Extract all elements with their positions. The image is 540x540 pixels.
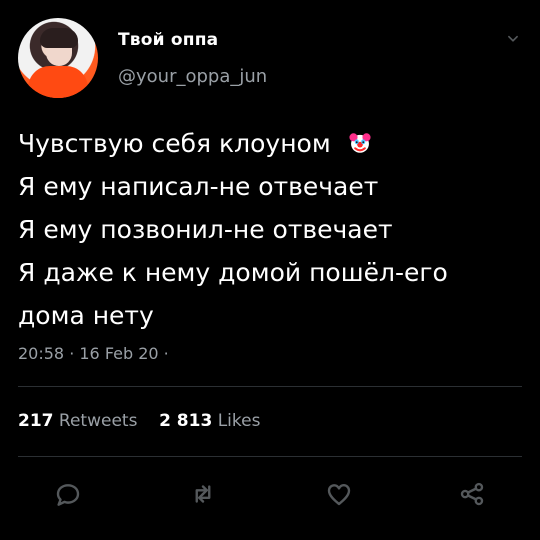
- divider-bottom: [18, 456, 522, 457]
- chevron-down-icon[interactable]: [506, 32, 520, 46]
- display-name[interactable]: Твой оппа: [118, 30, 218, 50]
- tweet-text: Чувствую себя клоуном Я ему написал-не о…: [18, 122, 528, 337]
- tweet-line-1: Чувствую себя клоуном: [18, 122, 528, 165]
- share-icon[interactable]: [457, 479, 487, 509]
- tweet-line-2: Я ему написал-не отвечает: [18, 172, 379, 201]
- retweets-count[interactable]: 217: [18, 411, 54, 431]
- reply-icon[interactable]: [53, 479, 83, 509]
- divider-top: [18, 386, 522, 387]
- likes-count[interactable]: 2 813: [159, 411, 212, 431]
- heart-icon[interactable]: [324, 479, 354, 509]
- username-handle[interactable]: @your_oppa_jun: [118, 66, 267, 87]
- tweet-line-5: дома нету: [18, 301, 154, 330]
- retweet-icon[interactable]: [188, 479, 218, 509]
- avatar-hair: [40, 28, 78, 48]
- retweets-label[interactable]: Retweets: [59, 411, 138, 431]
- clown-face-icon: [349, 133, 371, 153]
- avatar-shirt: [28, 66, 88, 98]
- tweet-line-4: Я даже к нему домой пошёл-его: [18, 258, 448, 287]
- avatar[interactable]: [18, 18, 98, 98]
- tweet-line-1-text: Чувствую себя клоуном: [18, 129, 331, 158]
- action-bar: [0, 470, 540, 520]
- likes-label[interactable]: Likes: [218, 411, 261, 431]
- tweet-timestamp[interactable]: 20:58 · 16 Feb 20 ·: [18, 344, 169, 363]
- tweet-line-3: Я ему позвонил-не отвечает: [18, 215, 393, 244]
- engagement-stats: 217 Retweets 2 813 Likes: [18, 411, 260, 431]
